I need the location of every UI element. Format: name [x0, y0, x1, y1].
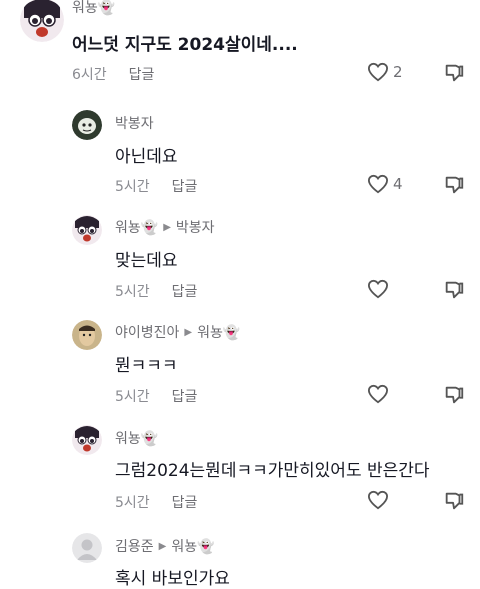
reply-button[interactable]: 답글 — [172, 495, 198, 511]
avatar[interactable] — [72, 533, 102, 563]
triangle-right-icon: ▶ — [158, 540, 167, 552]
avatar[interactable] — [20, 0, 64, 42]
comment-username[interactable]: 워뇽👻 ▶ 박봉자 — [115, 217, 215, 237]
reply-button[interactable]: 답글 — [129, 67, 155, 83]
thumbs-down-icon[interactable] — [443, 384, 465, 406]
reply-button[interactable]: 답글 — [172, 284, 198, 300]
comment-username[interactable]: 김용준 ▶ 워뇽👻 — [115, 536, 215, 556]
comment-meta: 5시간 답글 — [115, 176, 197, 196]
comment-meta: 5시간 답글 — [115, 386, 197, 406]
heart-icon — [367, 490, 389, 510]
avatar[interactable] — [72, 425, 102, 455]
heart-icon — [367, 384, 389, 404]
avatar[interactable] — [72, 215, 102, 245]
comment-time: 5시간 — [115, 179, 150, 195]
comment-text: 아닌데요 — [115, 147, 178, 167]
comment-text: 맞는데요 — [115, 251, 178, 271]
thumbs-down-icon[interactable] — [443, 62, 465, 84]
triangle-right-icon: ▶ — [163, 221, 171, 233]
comment-time: 5시간 — [115, 495, 150, 511]
like-button[interactable] — [367, 384, 389, 404]
thumbs-down-icon[interactable] — [443, 279, 465, 301]
thumbs-down-icon[interactable] — [443, 490, 465, 512]
reply-to-username[interactable]: 박봉자 — [176, 217, 215, 237]
reply-to-username[interactable]: 워뇽👻 — [171, 536, 214, 556]
comment-username[interactable]: 야이병진아 ▶ 워뇽👻 — [115, 322, 240, 342]
triangle-right-icon: ▶ — [184, 326, 193, 338]
comment-time: 5시간 — [115, 389, 150, 405]
comment-time: 5시간 — [115, 284, 150, 300]
like-button[interactable]: 4 — [367, 174, 403, 194]
comment-text: 뭔ㅋㅋㅋ — [115, 356, 178, 376]
comment-time: 6시간 — [72, 67, 107, 83]
like-button[interactable] — [367, 490, 389, 510]
comment-meta: 5시간 답글 — [115, 281, 197, 301]
like-button[interactable]: 2 — [367, 62, 403, 82]
comment-text: 어느덧 지구도 2024살이네.... — [72, 35, 298, 55]
like-count: 4 — [393, 175, 403, 193]
reply-button[interactable]: 답글 — [172, 179, 198, 195]
avatar[interactable] — [72, 320, 102, 350]
heart-icon — [367, 174, 389, 194]
like-count: 2 — [393, 63, 403, 81]
thumbs-down-icon[interactable] — [443, 174, 465, 196]
avatar[interactable] — [72, 110, 102, 140]
comment-meta: 5시간 답글 — [115, 492, 197, 512]
heart-icon — [367, 279, 389, 299]
comment-username[interactable]: 박봉자 — [115, 113, 154, 133]
comment-text: 혹시 바보인가요 — [115, 569, 230, 589]
reply-button[interactable]: 답글 — [172, 389, 198, 405]
comment-username[interactable]: 워뇽👻 — [72, 0, 115, 17]
reply-to-username[interactable]: 워뇽👻 — [197, 322, 240, 342]
comment-meta: 6시간 답글 — [72, 64, 154, 84]
like-button[interactable] — [367, 279, 389, 299]
comment-username[interactable]: 워뇽👻 — [115, 428, 158, 448]
heart-icon — [367, 62, 389, 82]
